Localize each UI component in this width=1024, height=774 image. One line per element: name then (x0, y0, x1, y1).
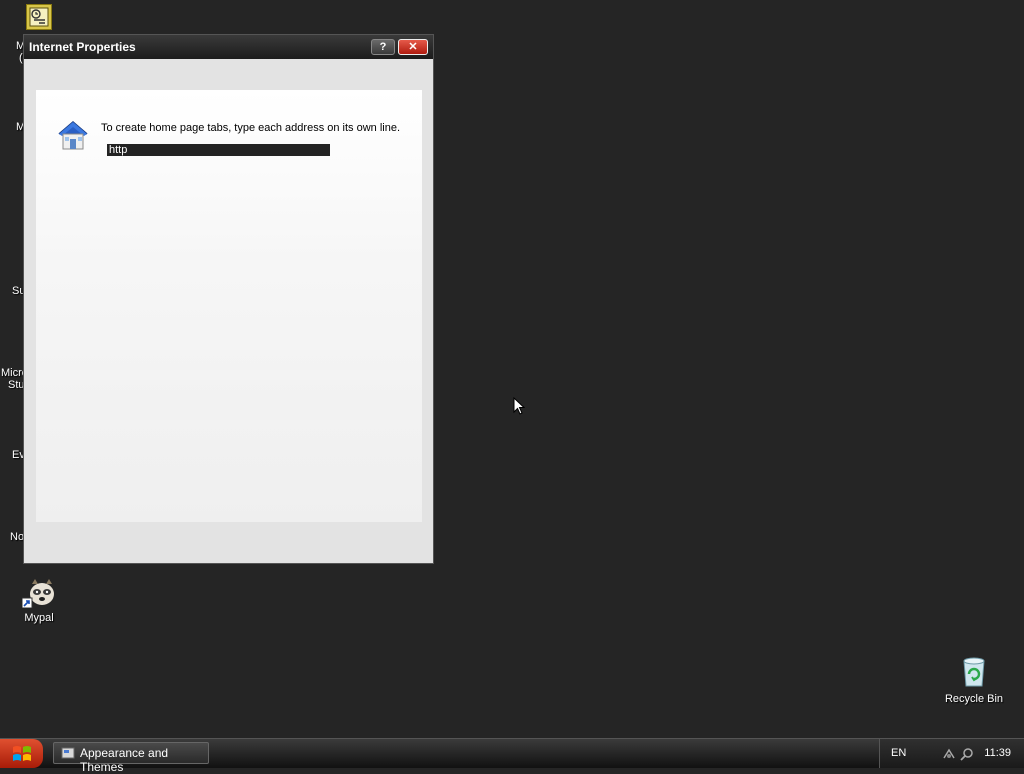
language-indicator[interactable]: EN (891, 747, 906, 759)
home-page-url-input[interactable]: http (107, 144, 330, 156)
windows-logo-icon (13, 746, 31, 761)
clock[interactable]: 11:39 (984, 747, 1011, 759)
window-titlebar[interactable]: Internet Properties ? ✕ (24, 35, 433, 59)
help-button[interactable]: ? (371, 39, 395, 55)
desktop-icon-label: Mypal (24, 612, 54, 624)
taskbar-button-label: Appearance and Themes (80, 746, 169, 774)
search-icon[interactable] (960, 747, 974, 761)
recycle-bin-icon (963, 657, 985, 687)
dialog-content-panel: To create home page tabs, type each addr… (36, 90, 422, 522)
desktop-icon-label: Recycle Bin (944, 693, 1004, 705)
desktop-partial-label: No (10, 531, 25, 543)
system-tray: EN 11:39 (879, 739, 1024, 768)
home-icon (58, 121, 88, 150)
internet-properties-window: Internet Properties ? ✕ To create home p… (23, 34, 434, 564)
network-icon[interactable] (942, 747, 956, 761)
desktop-icon-recycle-bin[interactable]: Recycle Bin (937, 656, 1011, 705)
close-button[interactable]: ✕ (398, 39, 428, 55)
control-panel-icon (61, 747, 75, 759)
taskbar: Appearance and Themes EN 11:39 (0, 738, 1024, 774)
home-page-instruction: To create home page tabs, type each addr… (101, 122, 401, 134)
mouse-cursor-icon (513, 397, 525, 415)
desktop-icon-top[interactable] (26, 4, 52, 30)
desktop-icon-mypal[interactable]: Mypal (2, 578, 76, 624)
taskbar-button-appearance-and-themes[interactable]: Appearance and Themes (53, 742, 209, 774)
start-button[interactable] (0, 739, 43, 768)
mypal-raccoon-icon (22, 579, 54, 608)
clock-document-icon (29, 7, 49, 27)
window-title: Internet Properties (29, 40, 136, 54)
